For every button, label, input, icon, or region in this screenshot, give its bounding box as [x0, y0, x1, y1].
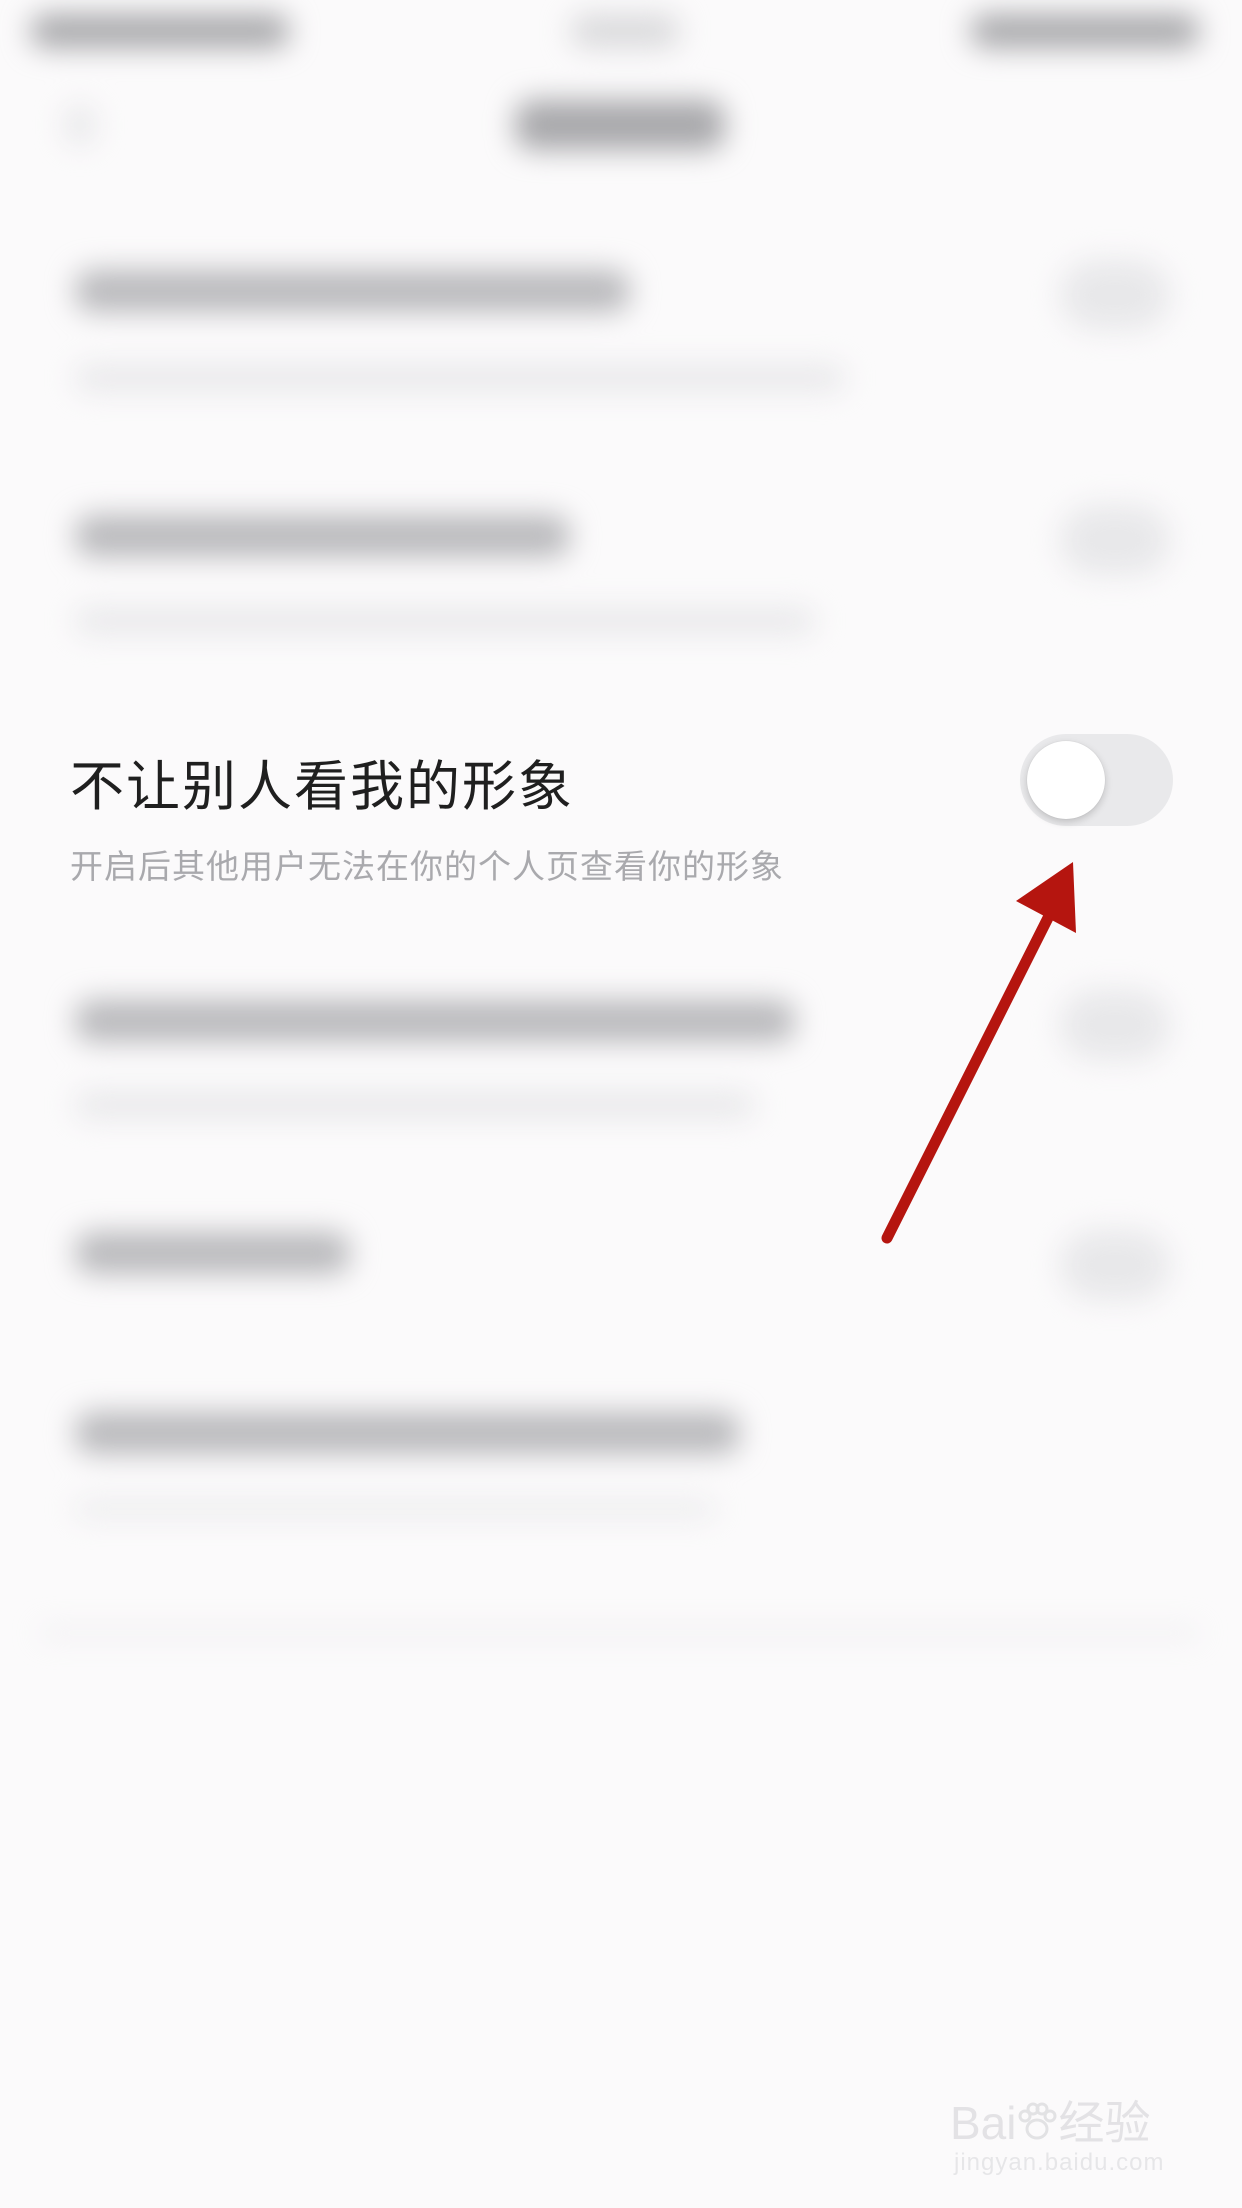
- row-2-title-blur: [75, 515, 570, 557]
- toggle-knob: [1027, 741, 1105, 819]
- row-5-toggle-blur[interactable]: [1060, 1230, 1170, 1300]
- status-bar-right-blur: [970, 14, 1200, 48]
- watermark-brand-right: 经验: [1058, 2097, 1151, 2149]
- page-title-blur: [515, 100, 725, 150]
- divider-blur: [40, 1630, 1200, 1636]
- back-icon[interactable]: [65, 105, 95, 145]
- paw-icon: [1018, 2102, 1057, 2140]
- status-bar-time-blur: [570, 14, 680, 48]
- setting-title: 不让别人看我的形象: [70, 755, 574, 818]
- watermark-url: jingyan.baidu.com: [954, 2149, 1165, 2176]
- blurred-content: [0, 0, 1242, 2208]
- status-bar-left-blur: [30, 14, 290, 48]
- row-4-desc-blur: [75, 1092, 755, 1118]
- annotation-arrow-icon: [881, 862, 1076, 1244]
- baidu-jingyan-watermark: Bai 经验 jingyan.baidu.com: [950, 2075, 1220, 2185]
- row-5-title-blur: [75, 1232, 350, 1274]
- watermark-brand-left: Bai: [950, 2097, 1017, 2149]
- watermark-brand: Bai 经验: [950, 2087, 1150, 2153]
- row-6-title-blur: [75, 1412, 740, 1454]
- row-4-title-blur: [75, 1000, 795, 1042]
- row-4-toggle-blur[interactable]: [1060, 990, 1170, 1060]
- row-1-desc-blur: [75, 365, 845, 391]
- row-1-toggle-blur[interactable]: [1060, 260, 1170, 330]
- row-2-toggle-blur[interactable]: [1060, 505, 1170, 575]
- row-1-title-blur: [75, 270, 630, 312]
- arrow-shaft: [881, 892, 1064, 1244]
- hide-avatar-toggle[interactable]: [1020, 734, 1173, 826]
- row-2-desc-blur: [75, 608, 815, 634]
- row-6-desc-blur: [75, 1502, 715, 1516]
- setting-description: 开启后其他用户无法在你的个人页查看你的形象: [70, 847, 784, 886]
